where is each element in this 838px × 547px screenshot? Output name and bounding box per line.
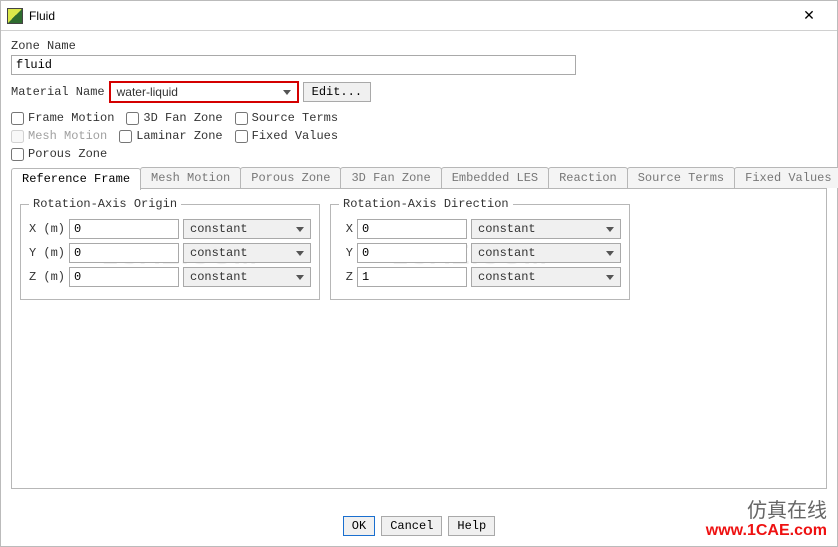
chevron-down-icon bbox=[283, 90, 291, 95]
3d-fan-zone-checkbox[interactable]: 3D Fan Zone bbox=[126, 111, 222, 125]
tab-reaction[interactable]: Reaction bbox=[548, 167, 628, 188]
cancel-button[interactable]: Cancel bbox=[381, 516, 442, 536]
porous-zone-checkbox[interactable]: Porous Zone bbox=[11, 147, 107, 161]
tabstrip: Reference Frame Mesh Motion Porous Zone … bbox=[11, 167, 827, 189]
app-icon bbox=[7, 8, 23, 24]
tab-mesh-motion[interactable]: Mesh Motion bbox=[140, 167, 241, 188]
edit-material-button[interactable]: Edit... bbox=[303, 82, 371, 102]
rotation-axis-direction-legend: Rotation-Axis Direction bbox=[339, 197, 513, 211]
origin-y-type-dropdown[interactable]: constant bbox=[183, 243, 311, 263]
laminar-zone-checkbox[interactable]: Laminar Zone bbox=[119, 129, 222, 143]
origin-z-input[interactable] bbox=[69, 267, 179, 287]
tab-3d-fan-zone[interactable]: 3D Fan Zone bbox=[340, 167, 441, 188]
source-terms-checkbox[interactable]: Source Terms bbox=[235, 111, 338, 125]
reference-frame-panel: 1CAE.COM 1CAE.COM Rotation-Axis Origin X… bbox=[11, 189, 827, 489]
direction-y-input[interactable] bbox=[357, 243, 467, 263]
window-title: Fluid bbox=[29, 9, 789, 23]
tab-embedded-les[interactable]: Embedded LES bbox=[441, 167, 549, 188]
direction-y-type-dropdown[interactable]: constant bbox=[471, 243, 621, 263]
material-name-label: Material Name bbox=[11, 85, 105, 99]
origin-z-label: Z (m) bbox=[29, 270, 65, 284]
origin-x-input[interactable] bbox=[69, 219, 179, 239]
direction-z-label: Z bbox=[339, 270, 353, 284]
rotation-axis-origin-group: Rotation-Axis Origin X (m) constant Y (m… bbox=[20, 197, 320, 300]
ok-button[interactable]: OK bbox=[343, 516, 375, 536]
fixed-values-checkbox[interactable]: Fixed Values bbox=[235, 129, 338, 143]
zone-name-label: Zone Name bbox=[11, 39, 827, 53]
material-name-dropdown[interactable]: water-liquid bbox=[109, 81, 299, 103]
origin-x-type-dropdown[interactable]: constant bbox=[183, 219, 311, 239]
chevron-down-icon bbox=[606, 251, 614, 256]
frame-motion-checkbox[interactable]: Frame Motion bbox=[11, 111, 114, 125]
tab-reference-frame[interactable]: Reference Frame bbox=[11, 168, 141, 190]
direction-z-input[interactable] bbox=[357, 267, 467, 287]
direction-x-input[interactable] bbox=[357, 219, 467, 239]
help-button[interactable]: Help bbox=[448, 516, 495, 536]
direction-y-label: Y bbox=[339, 246, 353, 260]
titlebar: Fluid ✕ bbox=[1, 1, 837, 31]
rotation-axis-origin-legend: Rotation-Axis Origin bbox=[29, 197, 181, 211]
direction-z-type-dropdown[interactable]: constant bbox=[471, 267, 621, 287]
material-name-value: water-liquid bbox=[117, 85, 178, 99]
chevron-down-icon bbox=[296, 251, 304, 256]
origin-z-type-dropdown[interactable]: constant bbox=[183, 267, 311, 287]
zone-name-input[interactable] bbox=[11, 55, 576, 75]
tab-porous-zone[interactable]: Porous Zone bbox=[240, 167, 341, 188]
close-button[interactable]: ✕ bbox=[789, 7, 829, 24]
chevron-down-icon bbox=[296, 227, 304, 232]
direction-x-type-dropdown[interactable]: constant bbox=[471, 219, 621, 239]
origin-y-input[interactable] bbox=[69, 243, 179, 263]
tab-fixed-values[interactable]: Fixed Values bbox=[734, 167, 838, 188]
chevron-down-icon bbox=[296, 275, 304, 280]
tab-source-terms[interactable]: Source Terms bbox=[627, 167, 735, 188]
origin-x-label: X (m) bbox=[29, 222, 65, 236]
origin-y-label: Y (m) bbox=[29, 246, 65, 260]
rotation-axis-direction-group: Rotation-Axis Direction X constant Y con… bbox=[330, 197, 630, 300]
mesh-motion-checkbox: Mesh Motion bbox=[11, 129, 107, 143]
dialog-button-bar: OK Cancel Help bbox=[1, 516, 837, 536]
chevron-down-icon bbox=[606, 227, 614, 232]
chevron-down-icon bbox=[606, 275, 614, 280]
direction-x-label: X bbox=[339, 222, 353, 236]
